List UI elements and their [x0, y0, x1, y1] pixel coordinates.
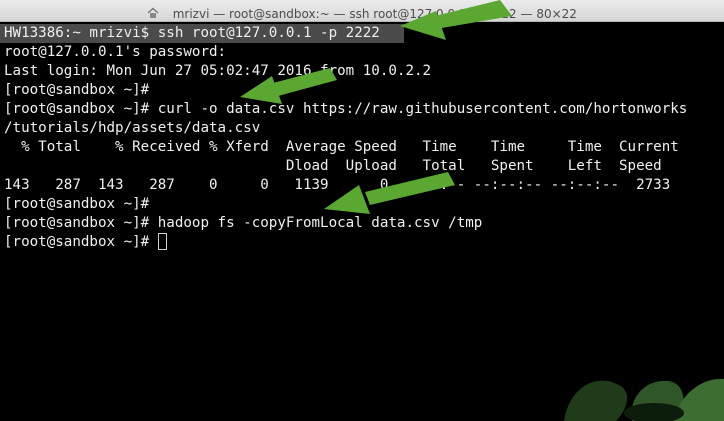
terminal-line-prompt: [root@sandbox ~]#	[4, 82, 150, 98]
home-icon	[147, 7, 159, 18]
terminal-screen[interactable]: HW13386:~ mrizvi$ ssh root@127.0.0.1 -p …	[0, 22, 724, 421]
terminal-output: HW13386:~ mrizvi$ ssh root@127.0.0.1 -p …	[4, 24, 687, 252]
terminal-line-password-prompt: root@127.0.0.1's password:	[4, 44, 227, 60]
window-titlebar[interactable]: mrizvi — root@sandbox:~ — ssh root@127.0…	[0, 0, 724, 22]
terminal-line-curl-url-continued: /tutorials/hdp/assets/data.csv	[4, 120, 261, 136]
terminal-line-current-prompt[interactable]: [root@sandbox ~]#	[4, 233, 687, 252]
text-cursor	[157, 233, 167, 250]
prompt-text: [root@sandbox ~]#	[4, 234, 158, 250]
terminal-line-last-login: Last login: Mon Jun 27 05:02:47 2016 fro…	[4, 63, 432, 79]
window-title: mrizvi — root@sandbox:~ — ssh root@127.0…	[172, 7, 577, 21]
terminal-line-curl-progress: 143 287 143 287 0 0 1139 0 --:--:-- --:-…	[4, 177, 671, 193]
terminal-line-curl-header-2: Dload Upload Total Spent Left Speed	[4, 158, 662, 174]
terminal-line-curl-header-1: % Total % Received % Xferd Average Speed…	[4, 139, 679, 155]
decorative-logo-graphic	[564, 378, 724, 421]
terminal-line-hadoop-command: [root@sandbox ~]# hadoop fs -copyFromLoc…	[4, 215, 483, 231]
terminal-line-prompt: [root@sandbox ~]#	[4, 196, 150, 212]
terminal-line-curl-command: [root@sandbox ~]# curl -o data.csv https…	[4, 101, 688, 117]
window-title-group: mrizvi — root@sandbox:~ — ssh root@127.0…	[0, 3, 724, 22]
terminal-line-ssh-command: HW13386:~ mrizvi$ ssh root@127.0.0.1 -p …	[4, 25, 380, 41]
